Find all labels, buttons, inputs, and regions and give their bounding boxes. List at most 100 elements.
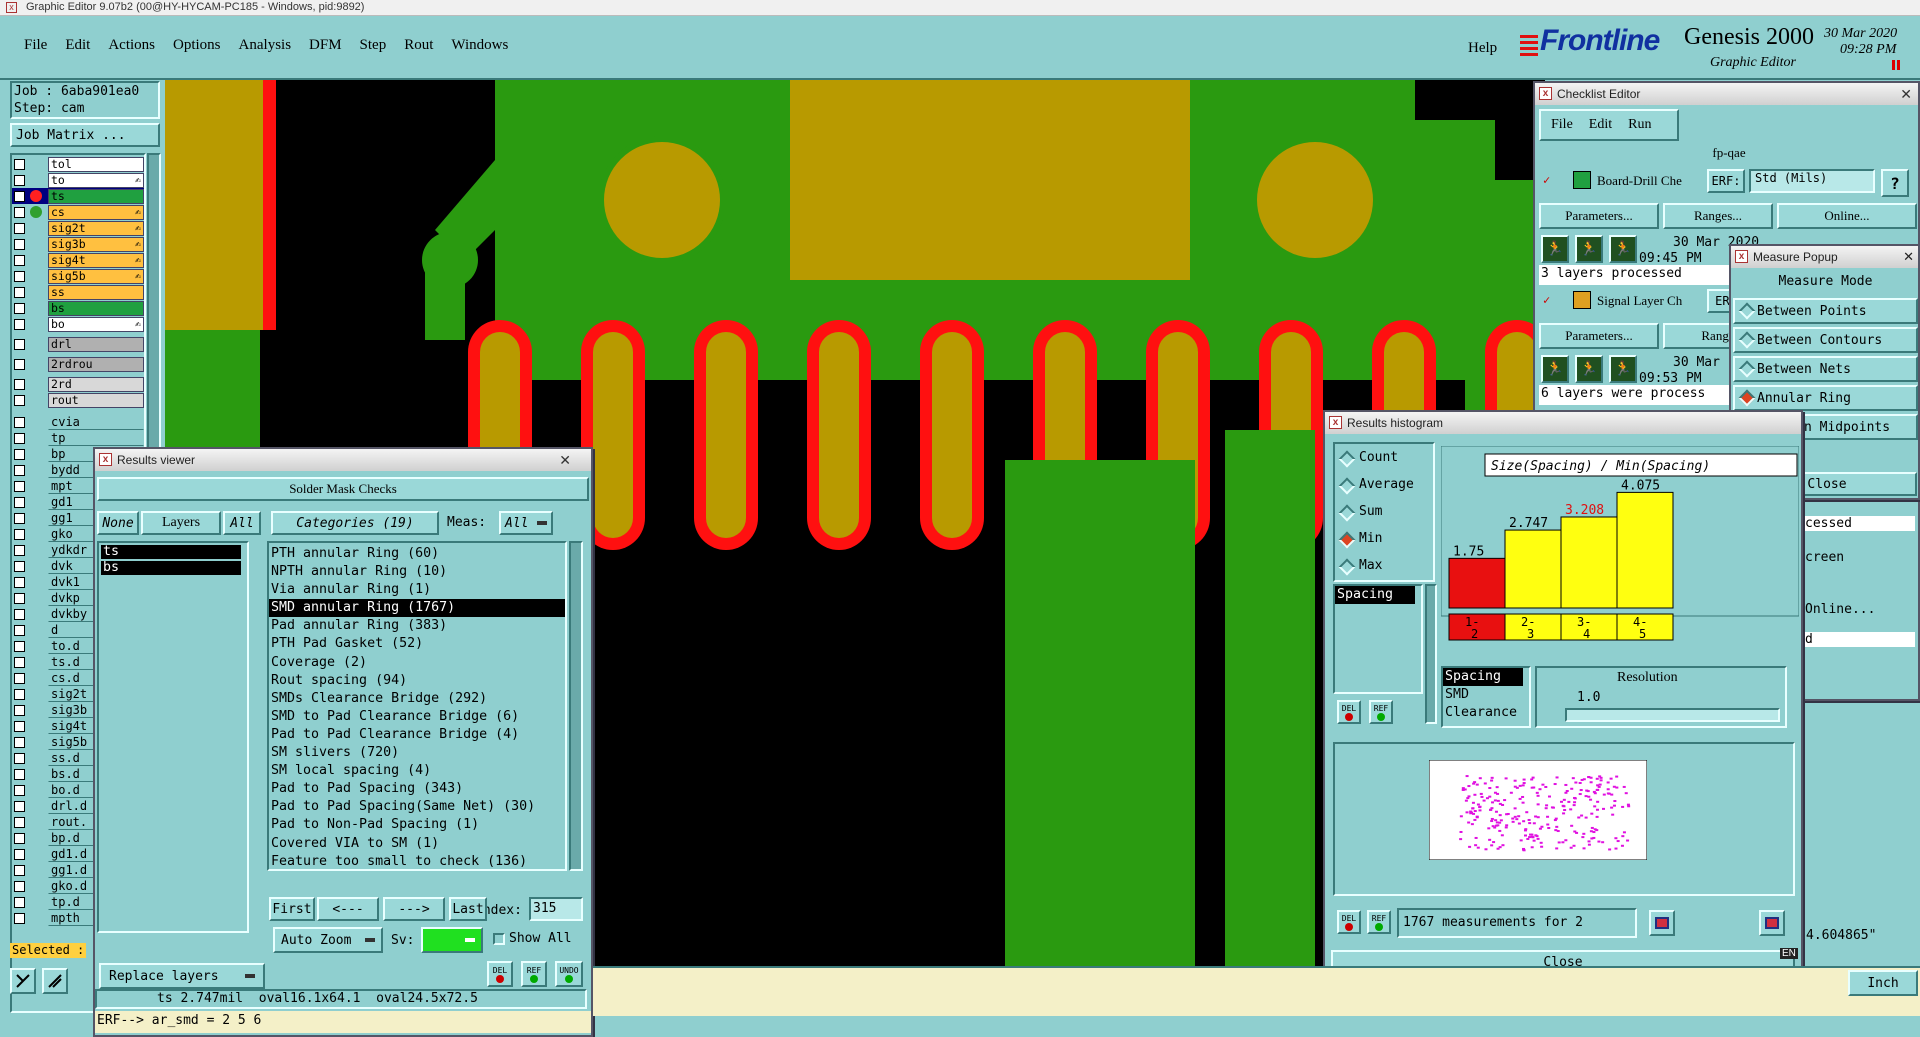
layer-ts[interactable]: ts — [48, 189, 144, 204]
pause-icon[interactable] — [1892, 60, 1900, 70]
type-item[interactable]: Clearance — [1443, 704, 1523, 722]
menu-actions[interactable]: Actions — [99, 37, 164, 59]
layer-checkbox[interactable] — [14, 239, 25, 250]
run-icon[interactable]: 🏃 — [1541, 355, 1569, 383]
meas-select[interactable]: All — [499, 511, 553, 535]
check-label[interactable]: Signal Layer Ch — [1597, 293, 1682, 309]
category-item[interactable]: Pad to Non-Pad Spacing (1) — [269, 816, 565, 834]
stat-option-count[interactable]: Count — [1338, 450, 1398, 470]
layer-checkbox[interactable] — [14, 303, 25, 314]
erf-value[interactable]: Std (Mils) — [1749, 169, 1875, 193]
ref-button[interactable]: REF — [1369, 700, 1393, 724]
results-undo-button[interactable]: UNDO — [555, 961, 583, 987]
category-item[interactable]: Pad annular Ring (383) — [269, 617, 565, 635]
layer-checkbox[interactable] — [14, 287, 25, 298]
units-button[interactable]: Inch — [1848, 970, 1918, 996]
measure-option-between-points[interactable]: Between Points — [1733, 298, 1918, 324]
layer-checkbox[interactable] — [14, 609, 25, 620]
close-icon[interactable]: ✕ — [1903, 246, 1914, 268]
layer-checkbox[interactable] — [14, 817, 25, 828]
layers-button[interactable]: Layers — [141, 511, 221, 535]
sv-select[interactable] — [421, 927, 483, 953]
run-icon[interactable]: 🏃 — [1575, 235, 1603, 263]
layer-checkbox[interactable] — [14, 641, 25, 652]
layer-checkbox[interactable] — [14, 881, 25, 892]
results-ref-button[interactable]: REF — [521, 961, 547, 987]
ref-button-2[interactable]: REF — [1367, 910, 1391, 934]
result-layer-item[interactable]: bs — [101, 561, 241, 575]
layer-checkbox[interactable] — [14, 593, 25, 604]
menu-file[interactable]: File — [10, 37, 56, 59]
layer-to[interactable]: to ✍ — [48, 173, 144, 188]
run-icon[interactable]: 🏃 — [1609, 235, 1637, 263]
layer-drl[interactable]: drl — [48, 337, 144, 352]
category-item[interactable]: Covered VIA to SM (1) — [269, 835, 565, 853]
smd-pad-inner[interactable] — [593, 332, 633, 538]
tool-button-2[interactable] — [42, 968, 68, 994]
layer-checkbox[interactable] — [14, 449, 25, 460]
index-input[interactable]: 315 — [529, 897, 583, 921]
checklist-menu-edit[interactable]: Edit — [1589, 117, 1612, 133]
layer-sig5b[interactable]: sig5b ✍ — [48, 269, 144, 284]
layer-sig4t[interactable]: sig4t ✍ — [48, 253, 144, 268]
menu-analysis[interactable]: Analysis — [230, 37, 301, 59]
layer-checkbox[interactable] — [14, 753, 25, 764]
nav-last-button[interactable]: Last — [449, 897, 487, 921]
layer-checkbox[interactable] — [14, 625, 25, 636]
categories-button[interactable]: Categories (19) — [271, 511, 439, 535]
layer-checkbox[interactable] — [14, 465, 25, 476]
layer-checkbox[interactable] — [14, 417, 25, 428]
layer-checkbox[interactable] — [14, 395, 25, 406]
layer-checkbox[interactable] — [14, 705, 25, 716]
type-item[interactable]: Spacing — [1443, 668, 1523, 686]
help-button[interactable]: ? — [1881, 169, 1909, 197]
layer-checkbox[interactable] — [14, 497, 25, 508]
category-item[interactable]: Pad to Pad Spacing (343) — [269, 780, 565, 798]
layer-checkbox[interactable] — [14, 529, 25, 540]
run-icon[interactable]: 🏃 — [1541, 235, 1569, 263]
layer-checkbox[interactable] — [14, 271, 25, 282]
layer-checkbox[interactable] — [14, 737, 25, 748]
parameters-button[interactable]: Parameters... — [1539, 323, 1659, 349]
histogram-chart[interactable]: Size(Spacing) / Min(Spacing)1.751-22.747… — [1441, 446, 1799, 646]
stat-option-max[interactable]: Max — [1338, 558, 1382, 578]
parameters-button[interactable]: Parameters... — [1539, 203, 1659, 229]
category-item[interactable]: Rout spacing (94) — [269, 672, 565, 690]
histogram-bar[interactable] — [1560, 516, 1618, 609]
result-layer-item[interactable]: ts — [101, 545, 241, 559]
measure-option-between-nets[interactable]: Between Nets — [1733, 356, 1918, 382]
layer-checkbox[interactable] — [14, 657, 25, 668]
layer-checkbox[interactable] — [14, 577, 25, 588]
layer-checkbox[interactable] — [14, 897, 25, 908]
layer-checkbox[interactable] — [14, 207, 25, 218]
stat-option-sum[interactable]: Sum — [1338, 504, 1382, 524]
run-icon[interactable]: 🏃 — [1575, 355, 1603, 383]
layer-checkbox[interactable] — [14, 159, 25, 170]
layer-tol[interactable]: tol — [48, 157, 144, 172]
layer-checkbox[interactable] — [14, 255, 25, 266]
close-icon[interactable]: ✕ — [1900, 83, 1912, 105]
checklist-menu-run[interactable]: Run — [1628, 117, 1651, 133]
layer-checkbox[interactable] — [14, 913, 25, 924]
category-item[interactable]: Feature too small to check (136) — [269, 853, 565, 869]
tool-button-1[interactable] — [10, 968, 36, 994]
layer-checkbox[interactable] — [14, 849, 25, 860]
layer-checkbox[interactable] — [14, 319, 25, 330]
layer-checkbox[interactable] — [14, 513, 25, 524]
layer-checkbox[interactable] — [14, 689, 25, 700]
category-item[interactable]: NPTH annular Ring (10) — [269, 563, 565, 581]
ranges-button[interactable]: Ranges... — [1663, 203, 1773, 229]
menu-edit[interactable]: Edit — [56, 37, 99, 59]
type-item[interactable]: SMD — [1443, 686, 1523, 704]
menu-dfm[interactable]: DFM — [300, 37, 351, 59]
layer-checkbox[interactable] — [14, 339, 25, 350]
job-matrix-button[interactable]: Job Matrix ... — [10, 123, 160, 147]
layer-checkbox[interactable] — [14, 769, 25, 780]
category-item[interactable]: SMDs Clearance Bridge (292) — [269, 690, 565, 708]
layer-tp[interactable]: tp — [48, 431, 144, 446]
layer-2rdrou[interactable]: 2rdrou — [48, 357, 144, 372]
smd-pad-inner[interactable] — [819, 332, 859, 538]
del-button-2[interactable]: DEL — [1337, 910, 1361, 934]
stat-list-item[interactable]: Spacing — [1335, 586, 1415, 605]
menu-options[interactable]: Options — [164, 37, 230, 59]
